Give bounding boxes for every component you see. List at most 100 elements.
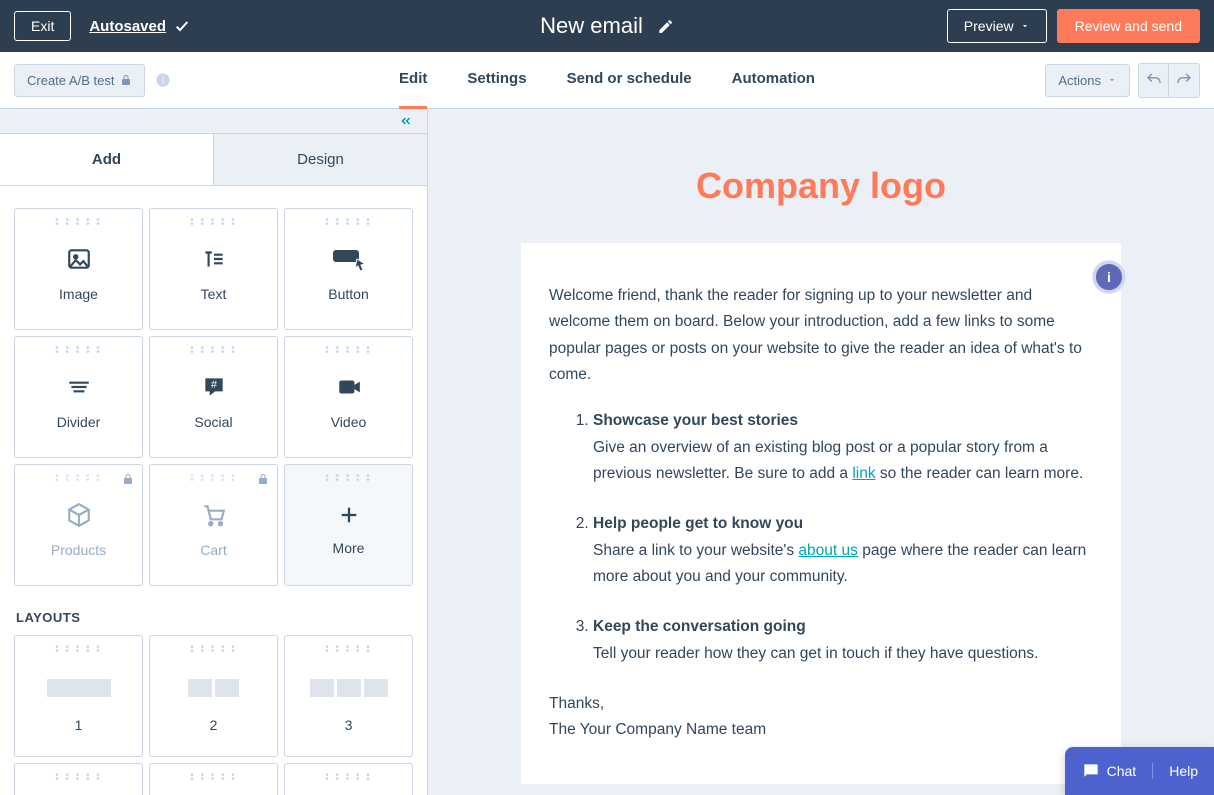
- module-label: Divider: [57, 414, 101, 430]
- module-label: Social: [194, 414, 232, 430]
- list-item[interactable]: Help people get to know youShare a link …: [593, 511, 1093, 590]
- list-item[interactable]: Keep the conversation goingTell your rea…: [593, 614, 1093, 667]
- closing-line-2[interactable]: The Your Company Name team: [549, 717, 1093, 743]
- module-card-products[interactable]: Products: [14, 464, 143, 586]
- help-button[interactable]: Help: [1152, 763, 1214, 779]
- list-item-title: Keep the conversation going: [593, 614, 1093, 640]
- tab-send-schedule[interactable]: Send or schedule: [567, 52, 692, 109]
- chat-icon: [1081, 761, 1101, 781]
- intro-text[interactable]: Welcome friend, thank the reader for sig…: [549, 283, 1089, 388]
- layout-label: 1: [75, 717, 83, 733]
- sidebar-content: Image Text Button Divider # Social Video Produc…: [0, 186, 427, 795]
- sidebar-tabs: Add Design: [0, 134, 427, 186]
- module-card-video[interactable]: Video: [284, 336, 413, 458]
- layout-preview: [188, 679, 239, 697]
- redo-button[interactable]: [1169, 64, 1199, 97]
- preview-label: Preview: [964, 18, 1014, 34]
- layouts-heading: LAYOUTS: [16, 610, 413, 625]
- module-card-text[interactable]: Text: [149, 208, 278, 330]
- collapse-bar: [0, 109, 427, 134]
- sidebar-tab-design[interactable]: Design: [214, 134, 427, 185]
- grip-icon: [55, 219, 102, 227]
- grip-icon: [190, 347, 237, 355]
- grip-icon: [190, 646, 237, 654]
- grip-icon: [55, 475, 102, 483]
- email-body: Welcome friend, thank the reader for sig…: [549, 283, 1093, 744]
- email-list: Showcase your best storiesGive an overvi…: [549, 408, 1093, 667]
- sidebar: Add Design Image Text Button Divider # Social…: [0, 109, 428, 795]
- layout-card[interactable]: [14, 763, 143, 795]
- module-label: More: [333, 540, 365, 556]
- email-body-card[interactable]: i Welcome friend, thank the reader for s…: [521, 243, 1121, 784]
- chat-button[interactable]: Chat: [1065, 761, 1153, 781]
- module-card-cart[interactable]: Cart: [149, 464, 278, 586]
- button-icon: [331, 246, 367, 272]
- list-item[interactable]: Showcase your best storiesGive an overvi…: [593, 408, 1093, 487]
- list-item-body: Share a link to your website's about us …: [593, 538, 1093, 591]
- more-icon: [338, 504, 360, 526]
- svg-text:#: #: [210, 379, 216, 391]
- module-label: Cart: [200, 542, 226, 558]
- module-card-image[interactable]: Image: [14, 208, 143, 330]
- ab-label: Create A/B test: [27, 73, 114, 88]
- module-grid: Image Text Button Divider # Social Video Produc…: [14, 208, 413, 586]
- undo-button[interactable]: [1139, 64, 1169, 97]
- top-header: Exit Autosaved New email Preview Review …: [0, 0, 1214, 52]
- layout-card-2[interactable]: 2: [149, 635, 278, 757]
- inline-link[interactable]: link: [852, 465, 875, 482]
- chat-label: Chat: [1107, 763, 1137, 779]
- sidebar-tab-add[interactable]: Add: [0, 134, 214, 185]
- main-tabs: Edit Settings Send or schedule Automatio…: [399, 52, 815, 109]
- image-icon: [66, 246, 92, 272]
- exit-button[interactable]: Exit: [14, 11, 71, 41]
- info-icon[interactable]: i: [155, 72, 171, 88]
- layout-card-1[interactable]: 1: [14, 635, 143, 757]
- tab-settings[interactable]: Settings: [467, 52, 526, 109]
- layout-label: 2: [210, 717, 218, 733]
- actions-button[interactable]: Actions: [1045, 64, 1130, 97]
- layout-card-3[interactable]: 3: [284, 635, 413, 757]
- grip-icon: [325, 774, 372, 782]
- subbar-right: Actions: [1045, 63, 1200, 98]
- lock-icon: [122, 473, 134, 485]
- tab-edit[interactable]: Edit: [399, 52, 427, 109]
- preview-button[interactable]: Preview: [947, 9, 1047, 43]
- closing-line-1[interactable]: Thanks,: [549, 691, 1093, 717]
- review-send-button[interactable]: Review and send: [1057, 9, 1200, 43]
- header-title-group: New email: [540, 13, 674, 39]
- create-ab-test-button[interactable]: Create A/B test: [14, 64, 145, 97]
- social-icon: #: [201, 374, 227, 400]
- layout-card[interactable]: [149, 763, 278, 795]
- list-item-body: Tell your reader how they can get in tou…: [593, 641, 1093, 667]
- module-card-divider[interactable]: Divider: [14, 336, 143, 458]
- cart-icon: [201, 502, 227, 528]
- inline-link[interactable]: about us: [798, 542, 857, 559]
- grip-icon: [325, 219, 372, 227]
- tab-automation[interactable]: Automation: [732, 52, 815, 109]
- video-icon: [336, 374, 362, 400]
- module-label: Text: [201, 286, 227, 302]
- module-card-social[interactable]: # Social: [149, 336, 278, 458]
- module-label: Button: [328, 286, 368, 302]
- layout-card[interactable]: [284, 763, 413, 795]
- company-logo-placeholder[interactable]: Company logo: [521, 165, 1121, 207]
- actions-label: Actions: [1058, 73, 1101, 88]
- list-item-body: Give an overview of an existing blog pos…: [593, 435, 1093, 488]
- canvas-inner: Company logo i Welcome friend, thank the…: [521, 165, 1121, 795]
- list-item-title: Showcase your best stories: [593, 408, 1093, 434]
- collapse-icon[interactable]: [397, 114, 415, 128]
- info-bubble-icon[interactable]: i: [1093, 261, 1125, 293]
- grip-icon: [55, 347, 102, 355]
- check-icon: [174, 18, 190, 34]
- autosaved-status[interactable]: Autosaved: [89, 18, 190, 35]
- module-card-more[interactable]: More: [284, 464, 413, 586]
- layout-grid-2: [14, 763, 413, 795]
- email-canvas[interactable]: Company logo i Welcome friend, thank the…: [428, 109, 1214, 795]
- chat-help-widget: Chat Help: [1065, 747, 1214, 795]
- grip-icon: [55, 646, 102, 654]
- pencil-icon[interactable]: [657, 18, 674, 35]
- module-card-button[interactable]: Button: [284, 208, 413, 330]
- list-item-title: Help people get to know you: [593, 511, 1093, 537]
- email-title: New email: [540, 13, 643, 39]
- chevron-down-icon: [1020, 21, 1030, 31]
